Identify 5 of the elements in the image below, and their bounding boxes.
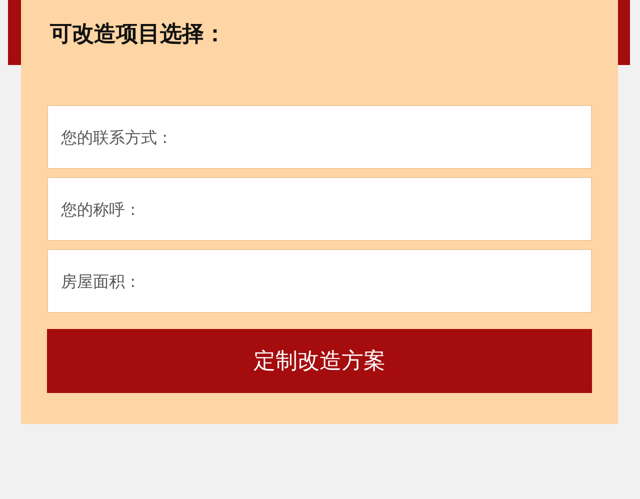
submit-button[interactable]: 定制改造方案 bbox=[47, 329, 592, 393]
input-field[interactable]: 房屋面积 : bbox=[47, 249, 592, 313]
section-heading: 可改造项目选择： bbox=[50, 21, 227, 49]
input-field[interactable]: 您的称呼 : bbox=[47, 177, 592, 241]
input-field[interactable]: 您的联系方式 : bbox=[47, 105, 592, 169]
